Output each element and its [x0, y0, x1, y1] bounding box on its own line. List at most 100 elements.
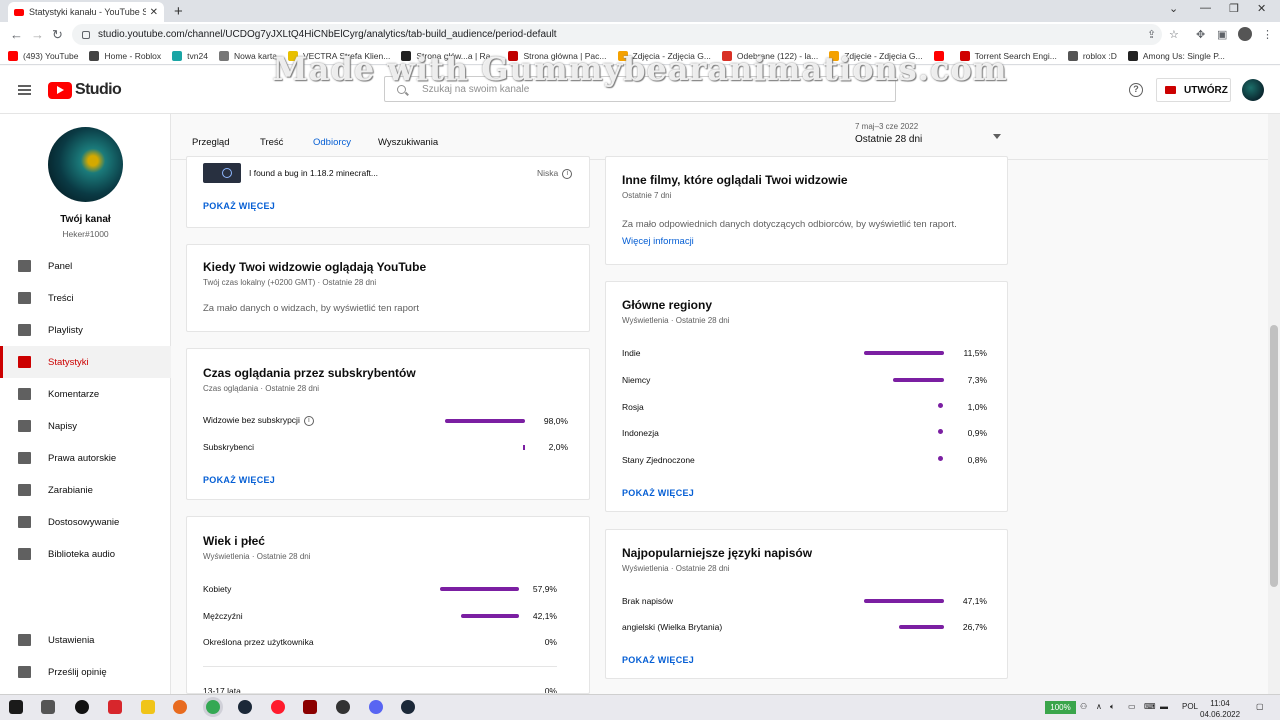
side-panel-icon[interactable]: ▣: [1217, 28, 1227, 41]
tab-overview[interactable]: Przegląd: [192, 137, 230, 148]
bookmark-star-icon[interactable]: ☆: [1169, 28, 1179, 41]
browser-tab[interactable]: Statystyki kanału - YouTube Stud ✕: [8, 2, 164, 22]
battery-indicator[interactable]: 100%: [1045, 701, 1076, 714]
bookmark-item[interactable]: (493) YouTube: [8, 50, 78, 61]
channel-avatar[interactable]: [48, 127, 123, 202]
account-avatar[interactable]: [1242, 79, 1264, 101]
language-bar: [864, 599, 944, 603]
language-indicator[interactable]: POL: [1182, 702, 1198, 711]
show-more-link[interactable]: POKAŻ WIĘCEJ: [203, 201, 275, 211]
browser-profile-avatar[interactable]: [1238, 27, 1252, 41]
studio-logo-text: Studio: [75, 81, 122, 98]
taskbar-app-icon[interactable]: [303, 700, 317, 714]
sidebar-item[interactable]: Treści: [0, 282, 171, 314]
taskbar-app-icon[interactable]: [336, 700, 350, 714]
tab-research[interactable]: Wyszukiwania: [378, 137, 438, 148]
bookmark-item[interactable]: Odebrane (122) - la...: [721, 50, 818, 61]
sidebar-item[interactable]: Playlisty: [0, 314, 171, 346]
help-icon[interactable]: ?: [1129, 83, 1143, 97]
show-more-link[interactable]: POKAŻ WIĘCEJ: [622, 488, 694, 498]
forward-icon[interactable]: →: [31, 27, 44, 42]
notifications-icon[interactable]: ▢: [1256, 702, 1264, 711]
taskbar-app-icon[interactable]: [173, 700, 187, 714]
browser-menu-icon[interactable]: ⋮: [1262, 28, 1273, 41]
bookmark-item[interactable]: Strona główna | Pac...: [508, 50, 607, 61]
video-thumbnail[interactable]: [203, 163, 241, 183]
age-gender-card: Wiek i płeć Wyświetlenia · Ostatnie 28 d…: [186, 516, 590, 694]
opera-icon[interactable]: [271, 700, 285, 714]
bookmark-favicon-icon: [508, 50, 519, 61]
bookmark-item[interactable]: [933, 50, 949, 61]
discord-icon[interactable]: [369, 700, 383, 714]
studio-logo[interactable]: Studio: [48, 81, 122, 99]
chrome-icon[interactable]: [206, 700, 220, 714]
people-icon[interactable]: ⚇: [1080, 702, 1087, 711]
show-more-link[interactable]: POKAŻ WIĘCEJ: [203, 475, 275, 485]
reload-icon[interactable]: ↻: [52, 27, 63, 43]
bookmark-item[interactable]: Home - Roblox: [89, 50, 161, 61]
more-info-link[interactable]: Więcej informacji: [622, 236, 694, 247]
card-title: Wiek i płeć: [203, 534, 265, 548]
sidebar-item[interactable]: Prawa autorskie: [0, 442, 171, 474]
extensions-icon[interactable]: ✥: [1196, 28, 1205, 41]
sidebar-item[interactable]: Ustawienia: [0, 624, 171, 656]
sidebar-item[interactable]: Biblioteka audio: [0, 538, 171, 570]
menu-icon[interactable]: [18, 85, 31, 95]
show-more-link[interactable]: POKAŻ WIĘCEJ: [622, 655, 694, 665]
tab-content[interactable]: Treść: [260, 137, 283, 148]
period-selector[interactable]: 7 maj–3 cze 2022 Ostatnie 28 dni: [855, 122, 1001, 145]
bookmark-item[interactable]: Among Us: Single P...: [1127, 50, 1225, 61]
back-icon[interactable]: ←: [10, 27, 23, 42]
keyboard-icon[interactable]: ⌨︎: [1144, 702, 1156, 711]
sidebar-item[interactable]: Komentarze: [0, 378, 171, 410]
taskbar-app-icon[interactable]: [75, 700, 89, 714]
bookmark-item[interactable]: Nowa karta: [218, 50, 277, 61]
sidebar-item[interactable]: Panel: [0, 250, 171, 282]
analytics-tabs: Przegląd Treść Odbiorcy Wyszukiwania 7 m…: [171, 114, 1268, 160]
bookmark-item[interactable]: VECTRA Strefa Klien...: [287, 50, 390, 61]
bookmark-item[interactable]: tvn24: [172, 50, 208, 61]
taskbar-app-icon[interactable]: [108, 700, 122, 714]
minimize-icon[interactable]: —: [1200, 2, 1211, 14]
network-icon[interactable]: ▭: [1128, 702, 1136, 711]
close-window-icon[interactable]: ✕: [1257, 2, 1266, 15]
sidebar-item[interactable]: Prześlij opinię: [0, 656, 171, 688]
file-explorer-icon[interactable]: [141, 700, 155, 714]
sidebar-item-label: Dostosowywanie: [48, 516, 120, 528]
sidebar-item-label: Biblioteka audio: [48, 548, 116, 560]
windows-start-icon[interactable]: [9, 700, 23, 714]
task-view-icon[interactable]: [41, 700, 55, 714]
tab-search-icon[interactable]: ⌄: [1169, 2, 1178, 15]
monetization-icon: [18, 484, 31, 496]
url-input[interactable]: studio.youtube.com/channel/UCDOg7yJXLtQ4…: [72, 24, 1162, 45]
new-tab-icon[interactable]: +: [174, 3, 183, 20]
share-icon[interactable]: ⇪: [1147, 28, 1156, 41]
scrollbar-thumb[interactable]: [1270, 325, 1278, 587]
bookmark-item[interactable]: roblox :D: [1067, 50, 1117, 61]
sidebar-item[interactable]: Statystyki: [0, 346, 171, 378]
battery-icon[interactable]: ▬: [1160, 702, 1168, 711]
create-button[interactable]: UTWÓRZ: [1156, 78, 1231, 102]
taskbar-clock[interactable]: 11:04 04.06.2022: [1200, 698, 1240, 720]
show-hidden-icons-icon[interactable]: ∧: [1096, 702, 1102, 711]
tab-audience[interactable]: Odbiorcy: [313, 137, 352, 160]
bookmark-item[interactable]: Torrent Search Engi...: [959, 50, 1057, 61]
steam-icon[interactable]: [401, 700, 415, 714]
audio-library-icon: [18, 548, 31, 560]
sidebar-item[interactable]: Dostosowywanie: [0, 506, 171, 538]
sidebar-item[interactable]: Zarabianie: [0, 474, 171, 506]
steam-icon[interactable]: [238, 700, 252, 714]
bookmark-item[interactable]: Zdjęcia - Zdjęcia G...: [617, 50, 711, 61]
restore-icon[interactable]: ❐: [1229, 2, 1239, 15]
sidebar-item[interactable]: Napisy: [0, 410, 171, 442]
channel-search-input[interactable]: Szukaj na swoim kanale: [384, 76, 896, 102]
region-bar: [938, 403, 943, 408]
info-icon[interactable]: i: [303, 415, 314, 426]
bookmark-item[interactable]: Strona głów...a | Ra...: [401, 50, 497, 61]
bookmark-item[interactable]: Zdjęcie - Zdjęcia G...: [829, 50, 923, 61]
not-enough-data-message: Za mało odpowiednich danych dotyczących …: [622, 219, 957, 230]
video-title[interactable]: I found a bug in 1.18.2 minecraft...: [249, 168, 378, 178]
info-icon[interactable]: i: [562, 168, 573, 179]
volume-icon[interactable]: 🔈︎: [1110, 702, 1115, 712]
close-tab-icon[interactable]: ✕: [150, 7, 158, 18]
